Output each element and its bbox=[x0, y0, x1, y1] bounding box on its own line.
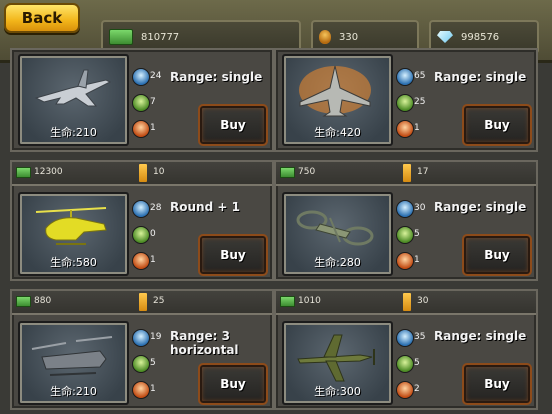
armor-icon bbox=[396, 355, 414, 373]
helicopter-icon bbox=[35, 207, 107, 245]
oil-barrel-icon bbox=[403, 293, 411, 311]
card-header: 750 17 bbox=[276, 162, 536, 186]
crew-value: 1 bbox=[150, 255, 156, 265]
attack-icon bbox=[396, 329, 414, 347]
crew-icon bbox=[396, 381, 414, 399]
unit-portrait: 生命:580 bbox=[18, 192, 129, 276]
cash-icon bbox=[280, 167, 295, 178]
oil-value: 330 bbox=[339, 31, 359, 43]
armor-icon bbox=[132, 355, 150, 373]
unit-price: 880 bbox=[34, 296, 52, 306]
crew-icon bbox=[132, 120, 150, 138]
unit-hp-label: 生命:300 bbox=[314, 385, 361, 398]
gems-value: 998576 bbox=[461, 31, 500, 43]
unit-hp-label: 生命:580 bbox=[50, 256, 97, 269]
buy-button[interactable]: Buy bbox=[462, 234, 532, 276]
unit-oil-cost: 10 bbox=[153, 167, 165, 177]
unit-card-6: 1010 30 生命:300 35 5 2 Range: single Buy bbox=[274, 289, 538, 410]
armor-value: 7 bbox=[150, 97, 156, 107]
oil-barrel-icon bbox=[139, 293, 147, 311]
card-header: 880 25 bbox=[12, 291, 272, 315]
propeller-plane-icon bbox=[297, 334, 375, 382]
crew-icon bbox=[396, 120, 414, 138]
crew-icon bbox=[132, 252, 150, 270]
attack-value: 35 bbox=[414, 332, 426, 342]
crew-icon bbox=[396, 252, 414, 270]
card-header: 12300 10 bbox=[12, 162, 272, 186]
unit-hp-label: 生命:210 bbox=[50, 126, 97, 139]
buy-button[interactable]: Buy bbox=[198, 363, 268, 405]
unit-hp-label: 生命:280 bbox=[314, 256, 361, 269]
unit-hp-label: 生命:420 bbox=[314, 126, 361, 139]
crew-value: 1 bbox=[150, 123, 156, 133]
crew-value: 1 bbox=[414, 255, 420, 265]
oil-barrel-icon bbox=[403, 164, 411, 182]
unit-price: 750 bbox=[298, 167, 316, 177]
unit-oil-cost: 17 bbox=[417, 167, 429, 177]
unit-card-1: 生命:210 24 7 1 Range: single Buy bbox=[10, 48, 274, 152]
crew-value: 1 bbox=[150, 384, 156, 394]
armor-value: 5 bbox=[150, 358, 156, 368]
unit-portrait: 生命:210 bbox=[18, 321, 129, 405]
back-button[interactable]: Back bbox=[4, 3, 80, 33]
attack-icon bbox=[132, 68, 150, 86]
unit-portrait: 生命:280 bbox=[282, 192, 393, 276]
attack-value: 65 bbox=[414, 71, 426, 81]
attack-icon bbox=[132, 200, 150, 218]
cash-icon bbox=[109, 29, 133, 45]
range-text: Range: single bbox=[434, 70, 527, 84]
range-text: Range: single bbox=[170, 70, 263, 84]
unit-portrait: 生命:300 bbox=[282, 321, 393, 405]
unit-portrait: 生命:210 bbox=[18, 54, 129, 146]
cash-value: 810777 bbox=[141, 31, 180, 43]
armor-icon bbox=[132, 226, 150, 244]
attack-value: 30 bbox=[414, 203, 426, 213]
armor-value: 25 bbox=[414, 97, 426, 107]
attack-value: 28 bbox=[150, 203, 162, 213]
attack-icon bbox=[132, 329, 150, 347]
range-text: Range: 3 horizontal bbox=[170, 329, 239, 357]
unit-card-2: 生命:420 65 25 1 Range: single Buy bbox=[274, 48, 538, 152]
unit-card-5: 880 25 生命:210 19 5 1 Range: 3 horizontal… bbox=[10, 289, 274, 410]
range-text: Range: single bbox=[434, 329, 527, 343]
range-text: Range: single bbox=[434, 200, 527, 214]
armor-icon bbox=[396, 94, 414, 112]
buy-button[interactable]: Buy bbox=[198, 234, 268, 276]
gyrocopter-icon bbox=[296, 210, 374, 246]
unit-card-4: 750 17 生命:280 30 5 1 Range: single Buy bbox=[274, 160, 538, 281]
crew-value: 2 bbox=[414, 384, 420, 394]
oil-drop-icon bbox=[319, 30, 331, 44]
crew-icon bbox=[132, 381, 150, 399]
chinook-helicopter-icon bbox=[31, 336, 113, 376]
cash-icon bbox=[280, 296, 295, 307]
oil-barrel-icon bbox=[139, 164, 147, 182]
fighter-jet-icon bbox=[34, 69, 112, 107]
attack-icon bbox=[396, 68, 414, 86]
attack-value: 19 bbox=[150, 332, 162, 342]
armor-value: 5 bbox=[414, 358, 420, 368]
unit-price: 12300 bbox=[34, 167, 63, 177]
crew-value: 1 bbox=[414, 123, 420, 133]
attack-icon bbox=[396, 200, 414, 218]
armor-icon bbox=[132, 94, 150, 112]
armor-value: 0 bbox=[150, 229, 156, 239]
unit-hp-label: 生命:210 bbox=[50, 385, 97, 398]
attack-value: 24 bbox=[150, 71, 162, 81]
unit-portrait: 生命:420 bbox=[282, 54, 393, 146]
range-text: Round + 1 bbox=[170, 200, 240, 214]
cash-icon bbox=[16, 167, 31, 178]
unit-oil-cost: 25 bbox=[153, 296, 165, 306]
unit-card-3: 12300 10 生命:580 28 0 1 Round + 1 Buy bbox=[10, 160, 274, 281]
buy-button[interactable]: Buy bbox=[462, 363, 532, 405]
card-header: 1010 30 bbox=[276, 291, 536, 315]
armor-value: 5 bbox=[414, 229, 420, 239]
unit-oil-cost: 30 bbox=[417, 296, 429, 306]
diamond-icon bbox=[437, 31, 453, 43]
buy-button[interactable]: Buy bbox=[198, 104, 268, 146]
buy-button[interactable]: Buy bbox=[462, 104, 532, 146]
armor-icon bbox=[396, 226, 414, 244]
cash-icon bbox=[16, 296, 31, 307]
unit-price: 1010 bbox=[298, 296, 321, 306]
fighter-jet-icon bbox=[299, 65, 371, 117]
